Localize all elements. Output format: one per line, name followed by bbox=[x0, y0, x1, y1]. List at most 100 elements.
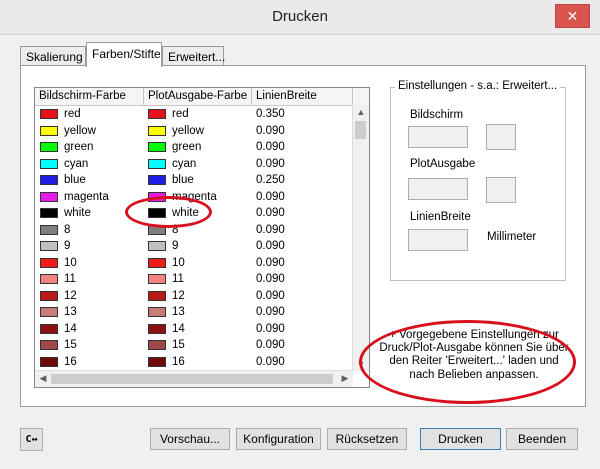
plot-color-name: cyan bbox=[172, 157, 197, 170]
command-line-button[interactable]: C↔ bbox=[20, 428, 43, 451]
plot-color-name: 14 bbox=[172, 322, 185, 335]
table-row[interactable]: 12 12 0.090 bbox=[35, 288, 353, 305]
table-row[interactable]: 10 10 0.090 bbox=[35, 255, 353, 272]
settings-group-title: Einstellungen - s.a.: Erweitert... bbox=[395, 80, 561, 92]
plot-color-name: 9 bbox=[172, 240, 179, 252]
line-width-value: 0.250 bbox=[256, 174, 285, 186]
screen-color-swatch bbox=[40, 241, 58, 251]
unit-label: Millimeter bbox=[487, 231, 537, 243]
table-row[interactable]: red red 0.350 bbox=[35, 106, 353, 123]
print-button[interactable]: Drucken bbox=[420, 428, 501, 450]
table-body: red red 0.350 yellow yellow 0.090 green green 0.… bbox=[35, 106, 353, 372]
plot-color-name: 13 bbox=[172, 306, 185, 318]
plot-color-name: 15 bbox=[172, 339, 185, 351]
configuration-button[interactable]: Konfiguration bbox=[236, 428, 321, 450]
vertical-scrollbar[interactable]: ▲ ▼ bbox=[352, 105, 369, 371]
color-table: Bildschirm-Farbe PlotAusgabe-Farbe Linie… bbox=[34, 87, 370, 388]
screen-color-name: cyan bbox=[64, 157, 89, 170]
screen-color-swatch bbox=[40, 356, 58, 367]
screen-color-swatch bbox=[40, 340, 58, 350]
plot-color-swatch bbox=[148, 274, 166, 284]
plot-color-swatch bbox=[148, 340, 166, 350]
plot-color-swatch bbox=[148, 356, 166, 367]
line-width-value: 0.090 bbox=[256, 256, 285, 269]
horizontal-scrollbar[interactable]: ◀ ▶ bbox=[35, 370, 353, 387]
plot-color-swatch bbox=[148, 257, 166, 268]
line-width-value: 0.090 bbox=[256, 190, 285, 203]
screen-color-swatch bbox=[40, 290, 58, 301]
scroll-thumb-horizontal[interactable] bbox=[51, 374, 333, 384]
screen-color-swatch bbox=[40, 208, 58, 218]
scroll-left-icon[interactable]: ◀ bbox=[35, 373, 51, 384]
exit-button[interactable]: Beenden bbox=[506, 428, 578, 450]
line-width-value: 0.090 bbox=[256, 157, 285, 170]
screen-color-swatch bbox=[40, 125, 58, 136]
line-width-field[interactable] bbox=[408, 229, 468, 251]
plot-color-swatch bbox=[148, 307, 166, 317]
screen-color-field bbox=[408, 126, 468, 148]
plot-color-swatch bbox=[148, 109, 166, 119]
line-width-value: 0.090 bbox=[256, 322, 285, 335]
plot-color-name: 10 bbox=[172, 256, 185, 269]
column-header-line-width[interactable]: LinienBreite bbox=[252, 88, 353, 105]
line-width-value: 0.090 bbox=[256, 240, 285, 252]
screen-color-name: 16 bbox=[64, 355, 77, 368]
line-width-value: 0.090 bbox=[256, 306, 285, 318]
screen-color-swatch bbox=[40, 109, 58, 119]
screen-color-name: yellow bbox=[64, 124, 96, 137]
tab-erweitert[interactable]: Erweitert... bbox=[162, 46, 225, 66]
column-header-screen-color[interactable]: Bildschirm-Farbe bbox=[35, 88, 144, 105]
screen-color-button[interactable] bbox=[486, 124, 516, 150]
plot-color-name: green bbox=[172, 141, 202, 153]
table-row[interactable]: blue blue 0.250 bbox=[35, 172, 353, 189]
annotation-oval-note bbox=[359, 320, 576, 404]
scroll-up-icon[interactable]: ▲ bbox=[353, 107, 369, 117]
table-row[interactable]: yellow yellow 0.090 bbox=[35, 123, 353, 140]
screen-color-name: 12 bbox=[64, 289, 77, 302]
screen-color-swatch bbox=[40, 142, 58, 152]
screen-color-swatch bbox=[40, 175, 58, 185]
screen-color-swatch bbox=[40, 224, 58, 235]
table-row[interactable]: green green 0.090 bbox=[35, 139, 353, 156]
plot-color-swatch bbox=[148, 290, 166, 301]
preview-button[interactable]: Vorschau... bbox=[150, 428, 230, 450]
reset-button[interactable]: Rücksetzen bbox=[327, 428, 407, 450]
table-row[interactable]: cyan cyan 0.090 bbox=[35, 156, 353, 173]
plot-color-name: red bbox=[172, 108, 189, 120]
screen-color-swatch bbox=[40, 257, 58, 268]
screen-color-swatch bbox=[40, 158, 58, 169]
screen-color-name: 11 bbox=[64, 273, 76, 285]
scroll-right-icon[interactable]: ▶ bbox=[337, 373, 353, 384]
line-width-value: 0.090 bbox=[256, 339, 285, 351]
plot-color-button[interactable] bbox=[486, 177, 516, 203]
tab-farben-stifte[interactable]: Farben/Stifte bbox=[86, 42, 162, 67]
line-width-value: 0.090 bbox=[256, 273, 285, 285]
table-row[interactable]: 9 9 0.090 bbox=[35, 238, 353, 255]
close-button[interactable]: ✕ bbox=[555, 4, 590, 28]
tab-skalierung[interactable]: Skalierung bbox=[20, 46, 86, 66]
line-width-value: 0.090 bbox=[256, 124, 285, 137]
scroll-thumb[interactable] bbox=[355, 121, 366, 139]
title-bar: Drucken ✕ bbox=[0, 0, 600, 35]
plot-color-name: 11 bbox=[172, 273, 184, 285]
screen-color-name: blue bbox=[64, 174, 86, 186]
table-row[interactable]: 15 15 0.090 bbox=[35, 337, 353, 354]
line-width-value: 0.090 bbox=[256, 223, 285, 236]
table-row[interactable]: 11 11 0.090 bbox=[35, 271, 353, 288]
table-row[interactable]: 14 14 0.090 bbox=[35, 321, 353, 338]
column-header-plot-color[interactable]: PlotAusgabe-Farbe bbox=[144, 88, 252, 105]
screen-color-name: white bbox=[64, 207, 91, 219]
line-width-value: 0.090 bbox=[256, 207, 285, 219]
screen-color-name: green bbox=[64, 141, 94, 153]
plot-color-swatch bbox=[148, 158, 166, 169]
plot-color-swatch bbox=[148, 125, 166, 136]
line-width-value: 0.090 bbox=[256, 289, 285, 302]
screen-color-swatch bbox=[40, 307, 58, 317]
plot-color-name: yellow bbox=[172, 124, 204, 137]
screen-color-name: 9 bbox=[64, 240, 71, 252]
screen-color-name: 13 bbox=[64, 306, 77, 318]
table-row[interactable]: 16 16 0.090 bbox=[35, 354, 353, 371]
screen-color-name: 15 bbox=[64, 339, 77, 351]
table-row[interactable]: 13 13 0.090 bbox=[35, 304, 353, 321]
screen-color-name: 10 bbox=[64, 256, 77, 269]
